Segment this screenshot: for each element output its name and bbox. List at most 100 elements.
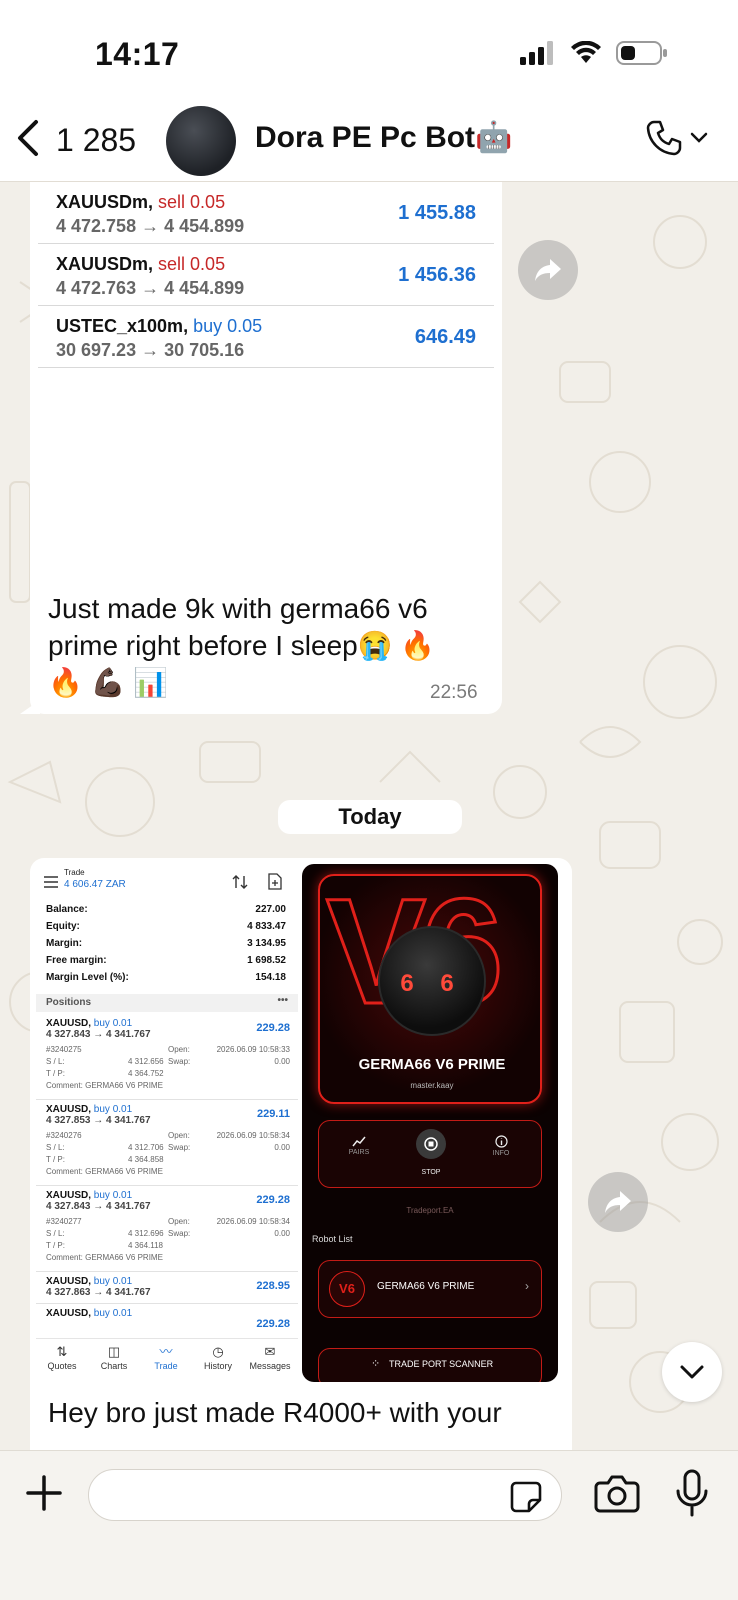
stop-icon xyxy=(416,1129,446,1159)
robot-list-item[interactable]: V6 GERMA66 V6 PRIME › xyxy=(318,1260,542,1318)
position-direction: buy 0.01 xyxy=(93,1104,133,1115)
position-open-time: 2026.06.09 10:58:33 xyxy=(216,1045,290,1054)
position-profit: 229.28 xyxy=(256,1022,290,1034)
control-label: PAIRS xyxy=(348,1149,370,1156)
chat-header: 1 285 Dora PE Pc Bot🤖 xyxy=(0,100,738,182)
robot-app-screenshot-image[interactable]: V6 6 6 GERMA66 V6 PRIME master.kaay PAIR… xyxy=(302,864,558,1382)
forward-button[interactable] xyxy=(588,1172,648,1232)
position-symbol: XAUUSD, xyxy=(46,1190,92,1201)
position-tp: 4 364.752 xyxy=(128,1069,164,1078)
account-row: Margin: 3 134.95 xyxy=(46,938,286,954)
account-value: 4 833.47 xyxy=(247,921,286,932)
call-button[interactable] xyxy=(644,118,708,158)
position-prices: 4 327.843 → 4 341.767 xyxy=(46,1029,151,1040)
position-swap-label: Swap: xyxy=(168,1057,191,1066)
position-ticket: #3240277 xyxy=(46,1217,82,1226)
message-text: Hey bro just made R4000+ with your xyxy=(48,1397,502,1428)
back-unread-count[interactable]: 1 285 xyxy=(56,122,136,159)
message-text-line: Just made 9k with germa66 v6 xyxy=(48,593,428,624)
robot-watermark: Tradeport.EA xyxy=(406,1206,454,1215)
message-bubble-received[interactable]: Trade 4 606.47 ZAR Balance: 227.00 Equity… xyxy=(30,858,572,1450)
signal-icon xyxy=(520,41,553,65)
message-input-field[interactable] xyxy=(88,1469,562,1521)
position-direction: buy 0.01 xyxy=(93,1190,133,1201)
account-row: Balance: 227.00 xyxy=(46,904,286,920)
status-time: 14:17 xyxy=(95,36,180,72)
mt5-screenshot-image[interactable]: Trade 4 606.47 ZAR Balance: 227.00 Equity… xyxy=(36,864,298,1382)
mt5-bottom-tabs: ⇅ Quotes ◫ Charts 〰 Trade ◷ History ✉ Message… xyxy=(36,1338,298,1382)
message-input[interactable] xyxy=(107,1480,487,1510)
sticker-icon[interactable] xyxy=(509,1480,543,1514)
stop-button[interactable]: STOP xyxy=(411,1129,451,1176)
account-row: Equity: 4 833.47 xyxy=(46,921,286,937)
mt5-top-bar: Trade 4 606.47 ZAR xyxy=(36,864,298,902)
info-button[interactable]: INFO xyxy=(481,1135,521,1157)
account-label: Balance: xyxy=(46,904,88,915)
position-profit: 228.95 xyxy=(256,1280,290,1292)
forward-arrow-icon xyxy=(535,259,561,281)
message-bubble-received[interactable]: XAUUSDm, sell 0.05 4 472.758 → 4 454.899… xyxy=(20,182,502,714)
position-sl: 4 312.656 xyxy=(128,1057,164,1066)
chat-area[interactable]: XAUUSDm, sell 0.05 4 472.758 → 4 454.899… xyxy=(0,182,738,1450)
trade-direction: sell 0.05 xyxy=(158,192,226,212)
tab-trade[interactable]: 〰 Trade xyxy=(140,1343,192,1371)
position-tp-label: T / P: xyxy=(46,1155,65,1164)
position-tp-label: T / P: xyxy=(46,1069,65,1078)
position-open-time: 2026.06.09 10:58:34 xyxy=(216,1131,290,1140)
scroll-to-bottom-button[interactable] xyxy=(662,1342,722,1402)
position-sl-label: S / L: xyxy=(46,1143,65,1152)
menu-icon xyxy=(44,876,58,888)
message-time: 22:56 xyxy=(430,682,478,703)
trade-prices: 30 697.23 → 30 705.16 xyxy=(56,340,245,360)
position-prices: 4 327.853 → 4 341.767 xyxy=(46,1115,151,1126)
tab-label: History xyxy=(203,1361,232,1371)
trade-port-scanner-button[interactable]: ⁘ TRADE PORT SCANNER xyxy=(318,1348,542,1382)
tab-messages[interactable]: ✉ Messages xyxy=(244,1343,296,1371)
position-ticket: #3240276 xyxy=(46,1131,82,1140)
position-row: XAUUSD, buy 0.01 4 327.863 → 4 341.767 2… xyxy=(36,1272,298,1304)
position-comment: Comment: GERMA66 V6 PRIME xyxy=(46,1253,163,1262)
robot-controls: PAIRS STOP INFO xyxy=(318,1120,542,1188)
contact-avatar[interactable] xyxy=(166,106,236,176)
position-sl: 4 312.696 xyxy=(128,1229,164,1238)
trade-direction: sell 0.05 xyxy=(158,254,226,274)
position-profit: 229.28 xyxy=(256,1318,290,1330)
position-row: XAUUSD, buy 0.01 229.28 xyxy=(36,1304,298,1338)
account-row: Margin Level (%): 154.18 xyxy=(46,972,286,988)
trade-profit: 1 455.88 xyxy=(398,202,476,224)
microphone-icon[interactable] xyxy=(674,1469,710,1517)
robot-list-avatar: V6 xyxy=(329,1271,365,1307)
position-row: XAUUSD, buy 0.01 4 327.843 → 4 341.767 2… xyxy=(36,1186,298,1272)
account-value: 154.18 xyxy=(255,972,286,983)
history-icon: ◷ xyxy=(212,1344,224,1359)
tab-charts[interactable]: ◫ Charts xyxy=(88,1343,140,1371)
contact-name[interactable]: Dora PE Pc Bot🤖 xyxy=(255,120,512,155)
pairs-button[interactable]: PAIRS xyxy=(339,1135,379,1156)
position-open-label: Open: xyxy=(168,1045,190,1054)
more-icon: ••• xyxy=(277,995,288,1006)
tab-quotes[interactable]: ⇅ Quotes xyxy=(36,1343,88,1371)
account-row: Free margin: 1 698.52 xyxy=(46,955,286,971)
message-text-line: 🔥 💪🏿 📊 xyxy=(48,667,169,698)
trade-screenshot-image[interactable]: XAUUSDm, sell 0.05 4 472.758 → 4 454.899… xyxy=(38,182,494,562)
position-row: XAUUSD, buy 0.01 4 327.853 → 4 341.767 2… xyxy=(36,1100,298,1186)
position-swap-label: Swap: xyxy=(168,1143,191,1152)
positions-header: Positions ••• xyxy=(36,994,298,1012)
position-prices: 4 327.843 → 4 341.767 xyxy=(46,1201,151,1212)
position-sl: 4 312.706 xyxy=(128,1143,164,1152)
back-chevron-icon[interactable] xyxy=(14,118,44,158)
robot-list-item-name: GERMA66 V6 PRIME xyxy=(377,1281,475,1292)
status-icons xyxy=(520,40,668,66)
date-divider: Today xyxy=(278,800,462,834)
forward-button[interactable] xyxy=(518,240,578,300)
info-icon xyxy=(494,1135,508,1148)
tab-history[interactable]: ◷ History xyxy=(192,1343,244,1371)
trade-prices: 4 472.758 → 4 454.899 xyxy=(56,216,245,236)
position-swap-label: Swap: xyxy=(168,1229,191,1238)
quotes-icon: ⇅ xyxy=(56,1344,68,1359)
attach-plus-icon[interactable] xyxy=(24,1473,64,1513)
trade-row: USTEC_x100m, buy 0.05 30 697.23 → 30 705… xyxy=(38,306,494,368)
camera-icon[interactable] xyxy=(594,1473,640,1513)
chevron-down-icon xyxy=(690,132,708,143)
message-text-line: prime right before I sleep😭 🔥 xyxy=(48,630,436,661)
